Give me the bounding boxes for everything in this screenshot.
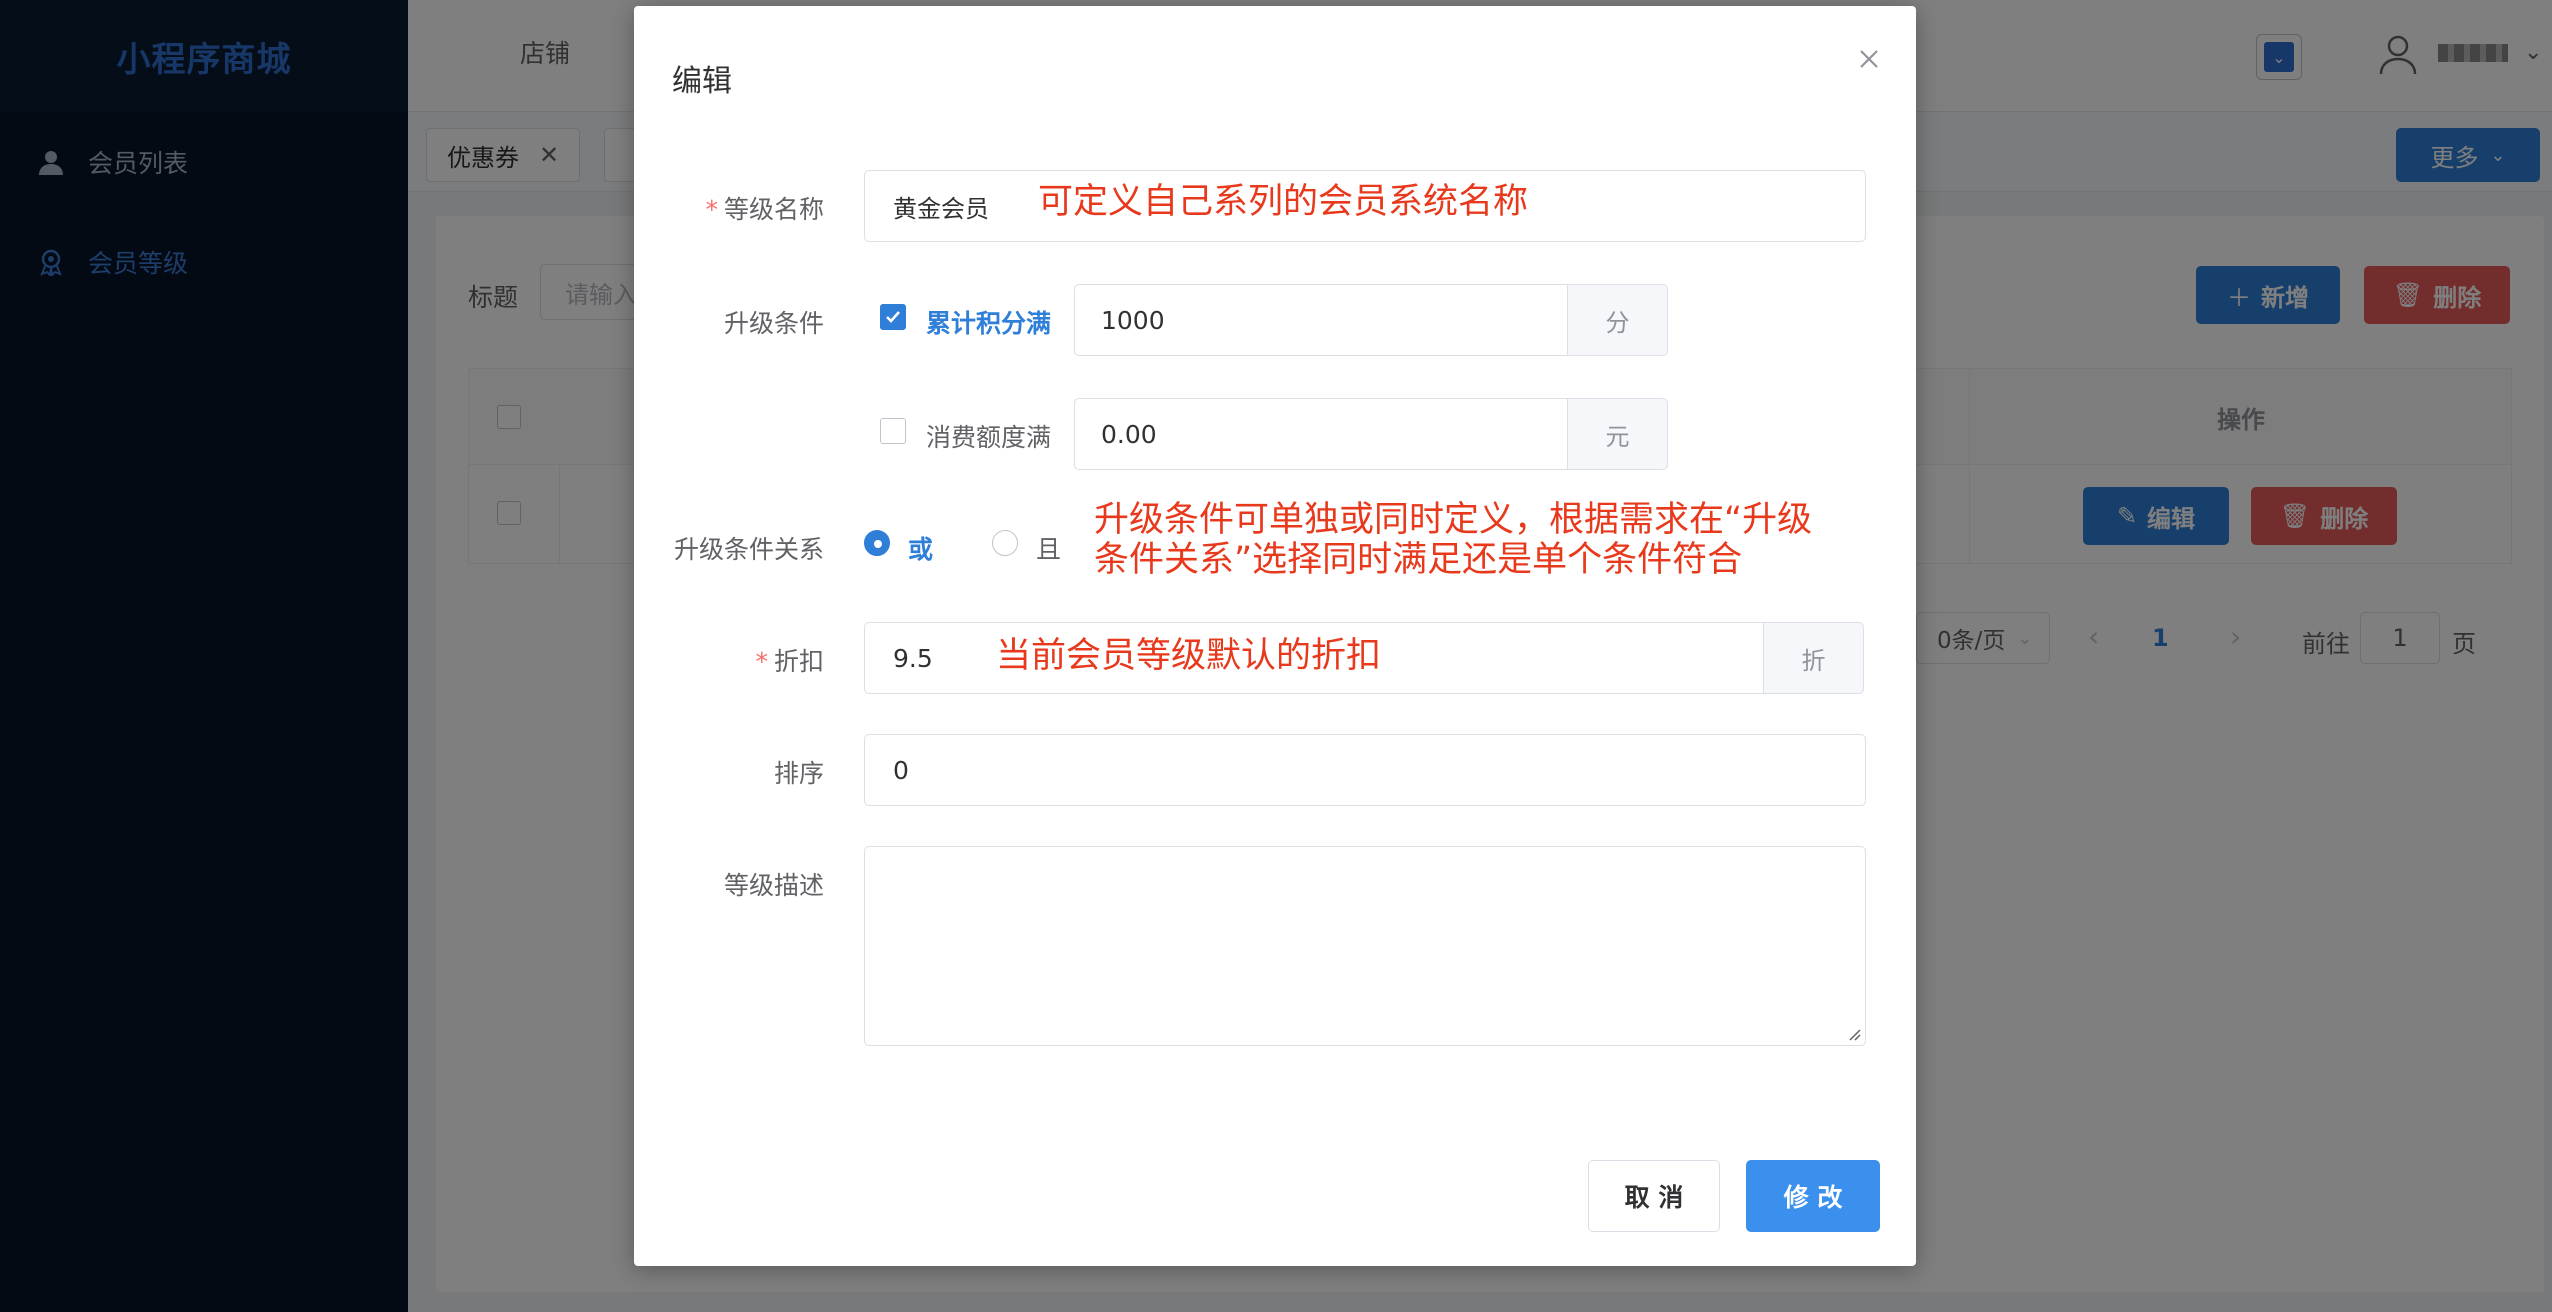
edit-dialog: 编辑 * 等级名称 黄金会员 可定义自己系列的会员系统名称 升级条件 累计积分满 … <box>634 6 1916 1266</box>
relation-and-label[interactable]: 且 <box>1036 530 1061 566</box>
discount-label: * 折扣 <box>755 647 824 676</box>
spend-unit: 元 <box>1568 398 1668 470</box>
spend-checkbox[interactable] <box>880 418 906 444</box>
level-name-annotation: 可定义自己系列的会员系统名称 <box>1038 182 1529 222</box>
sort-label: 排序 <box>773 759 824 788</box>
dialog-title: 编辑 <box>672 64 732 99</box>
points-checkbox-label[interactable]: 累计积分满 <box>926 304 1051 340</box>
sort-value: 0 <box>893 755 909 785</box>
relation-and-radio[interactable] <box>992 530 1018 556</box>
discount-unit: 折 <box>1764 622 1864 694</box>
relation-label: 升级条件关系 <box>673 535 824 564</box>
cancel-button[interactable]: 取 消 <box>1588 1160 1720 1232</box>
level-name-value: 黄金会员 <box>893 194 989 223</box>
upgrade-condition-label: 升级条件 <box>723 309 824 338</box>
points-checkbox[interactable] <box>880 304 906 330</box>
discount-annotation: 当前会员等级默认的折扣 <box>996 636 1382 676</box>
relation-annotation-line1: 升级条件可单独或同时定义，根据需求在“升级 <box>1094 500 1813 540</box>
relation-or-radio[interactable] <box>864 530 890 556</box>
relation-annotation-line2: 条件关系”选择同时满足还是单个条件符合 <box>1094 540 1743 580</box>
submit-button[interactable]: 修 改 <box>1746 1160 1880 1232</box>
relation-or-label[interactable]: 或 <box>908 530 933 566</box>
description-label: 等级描述 <box>723 871 824 900</box>
check-icon <box>886 311 900 323</box>
points-input[interactable]: 1000 <box>1074 284 1568 356</box>
close-icon[interactable] <box>1852 42 1886 76</box>
points-unit: 分 <box>1568 284 1668 356</box>
spend-value: 0.00 <box>1101 419 1157 449</box>
level-name-label: * 等级名称 <box>705 195 824 224</box>
sort-input[interactable]: 0 <box>864 734 1866 806</box>
description-textarea[interactable] <box>864 846 1866 1046</box>
spend-input[interactable]: 0.00 <box>1074 398 1568 470</box>
discount-value: 9.5 <box>893 643 933 673</box>
spend-checkbox-label[interactable]: 消费额度满 <box>926 418 1051 454</box>
resize-handle-icon[interactable] <box>1845 1025 1861 1041</box>
points-value: 1000 <box>1101 305 1165 335</box>
